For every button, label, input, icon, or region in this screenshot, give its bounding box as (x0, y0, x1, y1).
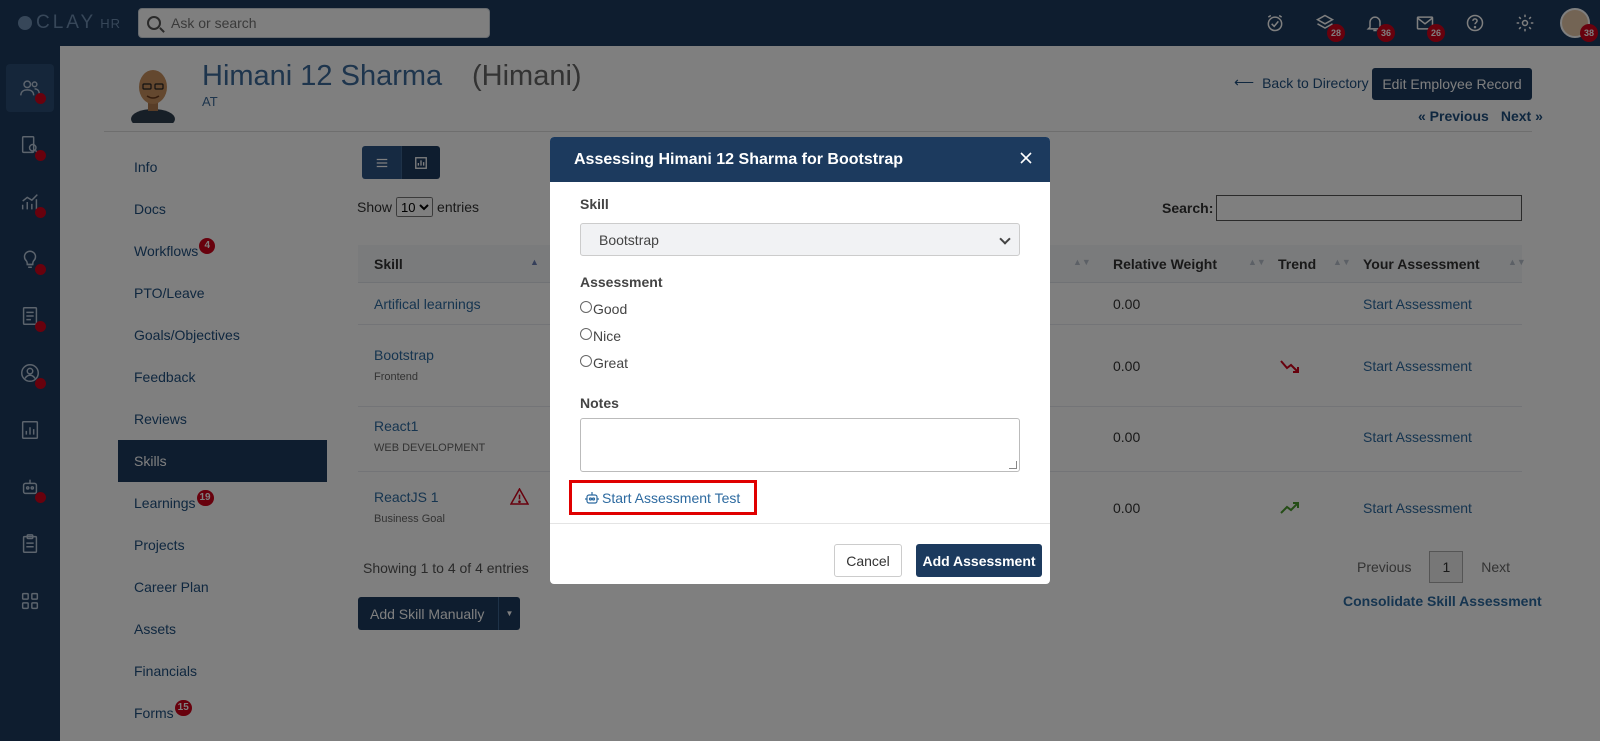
add-assessment-button[interactable]: Add Assessment (916, 544, 1042, 577)
chevron-down-icon (999, 233, 1011, 245)
close-icon[interactable] (1018, 150, 1034, 166)
modal-title: Assessing Himani 12 Sharma for Bootstrap (574, 150, 903, 168)
radio-circle[interactable] (580, 328, 592, 340)
modal-divider (550, 523, 1050, 524)
assessment-modal: Assessing Himani 12 Sharma for Bootstrap… (550, 137, 1050, 584)
radio-label: Good (593, 301, 628, 317)
radio-great[interactable]: Great (580, 355, 628, 371)
radio-good[interactable]: Good (580, 301, 627, 317)
skill-select[interactable]: Bootstrap (580, 223, 1020, 256)
robot-icon (584, 490, 600, 506)
notes-textarea[interactable] (580, 418, 1020, 472)
assessment-field-label: Assessment (580, 274, 663, 290)
radio-nice[interactable]: Nice (580, 328, 621, 344)
radio-circle[interactable] (580, 355, 592, 367)
radio-label: Great (593, 355, 629, 371)
skill-field-label: Skill (580, 196, 609, 212)
radio-label: Nice (593, 328, 622, 344)
notes-field-label: Notes (580, 395, 619, 411)
resize-handle-icon[interactable] (1009, 461, 1017, 469)
skill-select-value: Bootstrap (599, 231, 659, 248)
start-test-label: Start Assessment Test (602, 489, 741, 506)
cancel-button[interactable]: Cancel (834, 544, 902, 577)
modal-header: Assessing Himani 12 Sharma for Bootstrap (550, 137, 1050, 182)
radio-circle[interactable] (580, 301, 592, 313)
start-assessment-test-link[interactable]: Start Assessment Test (569, 480, 757, 515)
